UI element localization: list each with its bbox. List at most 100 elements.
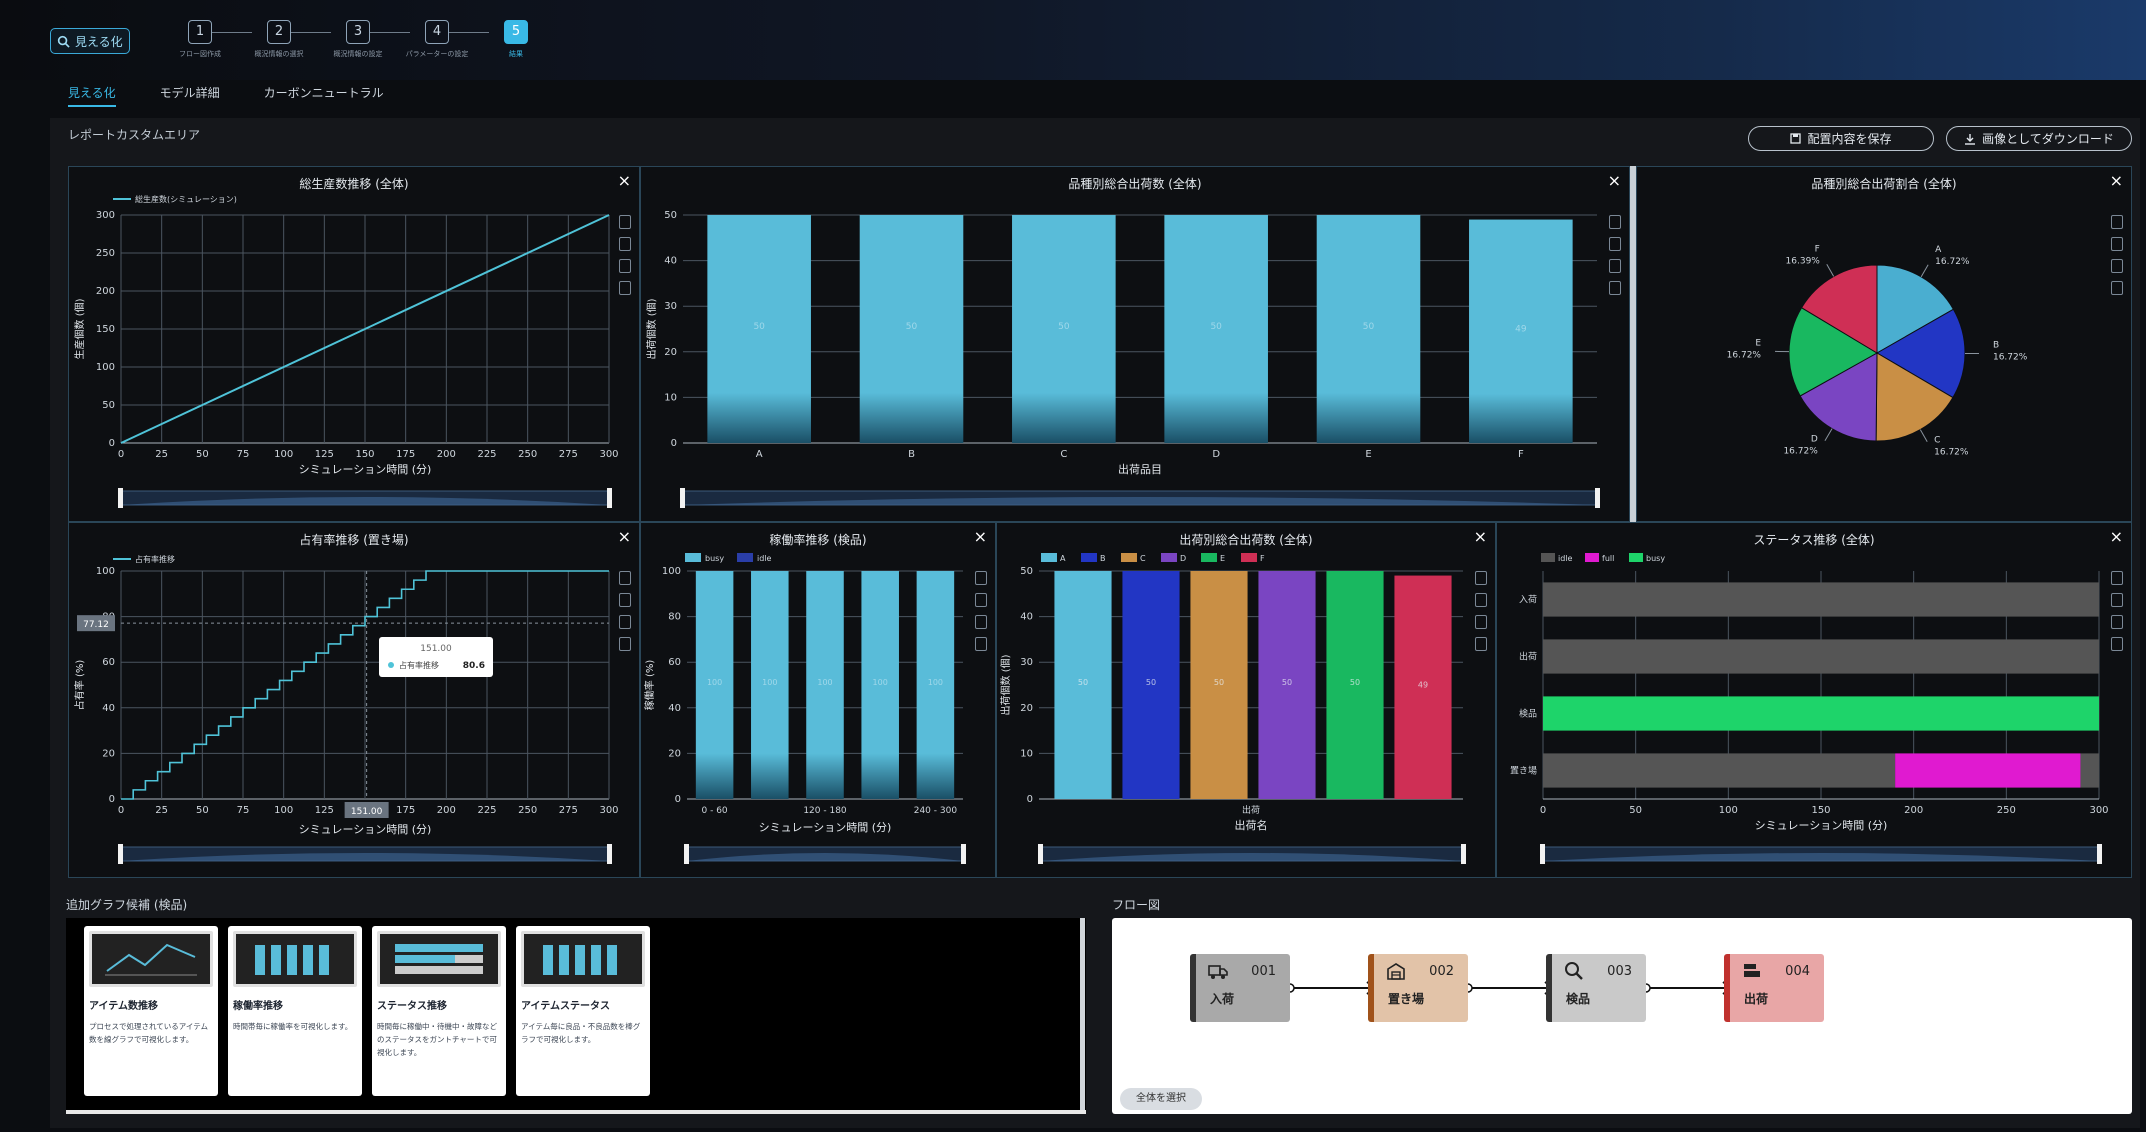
card-title: ステータス推移: [377, 1001, 447, 1012]
x-tick-label: 175: [396, 805, 415, 816]
download-icon: [1965, 133, 1976, 145]
chart-panel-shipment-ratio[interactable]: 品種別総合出荷割合 (全体) × A 16.72% B 16.72% C 16.72% D 1…: [1636, 166, 2132, 522]
graph-card-utilization[interactable]: 稼働率推移 時間帯毎に稼働率を可視化します。: [228, 926, 362, 1096]
tooltip: [379, 637, 493, 677]
tab-visualize[interactable]: 見える化: [68, 84, 116, 107]
x-axis-title: 出荷名: [1235, 818, 1268, 832]
bar-data-label: 100: [762, 678, 777, 687]
pie-label: F: [1815, 244, 1820, 254]
y-tick-label: 300: [96, 210, 115, 221]
y-tick-label: 150: [96, 324, 115, 335]
flow-node-shipping[interactable]: 004 出荷: [1724, 954, 1824, 1022]
card-title: 稼働率推移: [233, 1001, 283, 1012]
legend-label: 総生産数(シミュレーション): [135, 194, 237, 204]
row-label: 出荷: [1519, 651, 1537, 663]
zoom-slider-handle: [1540, 844, 1545, 864]
chart-panel-utilization[interactable]: 稼働率推移 (検品) × 0 20 40 60 80 100 100 0 - 60 100 100…: [640, 522, 996, 878]
zoom-slider-handle: [607, 488, 612, 508]
x-pointer-label: 151.00: [351, 807, 383, 817]
graph-card-status[interactable]: ステータス推移 時間毎に稼働中・待機中・故障などのステータスをガントチャートで可…: [372, 926, 506, 1096]
step-4[interactable]: 4 パラメーターの設定: [397, 20, 477, 59]
tooltip-value: 80.6: [463, 661, 485, 671]
bar-data-label: 50: [1214, 678, 1224, 687]
truck-icon: [1208, 965, 1228, 979]
step-1[interactable]: 1 フロー図作成: [160, 20, 240, 59]
bar-chart-icon: [233, 931, 357, 987]
legend-swatch: [1629, 553, 1643, 562]
x-tick-label: 100: [274, 805, 293, 816]
x-tick-label: 50: [196, 449, 209, 460]
legend-label: idle: [1558, 554, 1573, 563]
y-tick-label: 0: [109, 794, 115, 805]
y-tick-label: 20: [664, 347, 677, 358]
legend-swatch: [1041, 553, 1057, 562]
x-tick-label: 250: [518, 805, 537, 816]
node-id: 004: [1785, 964, 1810, 979]
flow-title: フロー図: [1112, 898, 1161, 912]
x-tick-label: 0 - 60: [702, 806, 728, 816]
chart-panel-production[interactable]: 総生産数推移 (全体) × 0 50 100 150 200 250 300 0 25 50 75 1…: [68, 166, 640, 522]
flow-node-receiving[interactable]: 001 入荷: [1190, 954, 1290, 1022]
chart-panel-shipment-by-dest[interactable]: 出荷別総合出荷数 (全体) × 0 10 20 30 40 50 50 50 50 50 50 49 A…: [996, 522, 1496, 878]
flow-node-storage[interactable]: 002 置き場: [1368, 954, 1468, 1022]
node-name: 出荷: [1744, 992, 1769, 1006]
flow-node-inspection[interactable]: 003 検品: [1546, 954, 1646, 1022]
y-tick-label: 20: [1020, 703, 1033, 714]
report-area-title: レポートカスタムエリア: [68, 128, 201, 142]
visualize-home-button[interactable]: 見える化: [50, 28, 130, 54]
pie-percent: 16.39%: [1786, 256, 1821, 266]
step-number: 3: [346, 20, 370, 44]
tab-carbon-neutral[interactable]: カーボンニュートラル: [264, 84, 384, 107]
step-3[interactable]: 3 概況情報の設定: [318, 20, 398, 59]
legend-swatch: [1121, 553, 1137, 562]
y-tick-label: 20: [668, 748, 681, 759]
chart-panel-status[interactable]: ステータス推移 (全体) × 0 50 100 150 200 250 300 入荷 出荷 検品置…: [1496, 522, 2132, 878]
logo-label: 見える化: [75, 34, 123, 49]
x-tick-label: 200: [437, 449, 456, 460]
chart-panel-occupancy[interactable]: 占有率推移 (置き場) × 02040608010002550751001251…: [68, 522, 640, 878]
step-5[interactable]: 5 結果: [476, 20, 556, 59]
legend-label: D: [1180, 554, 1186, 563]
x-tick-label: 300: [2089, 805, 2108, 816]
x-tick-label: 275: [559, 449, 578, 460]
pie-label-line: [1824, 428, 1833, 441]
pie-label-line: [1920, 264, 1929, 278]
save-layout-button[interactable]: 配置内容を保存: [1748, 126, 1934, 151]
download-image-button[interactable]: 画像としてダウンロード: [1946, 126, 2132, 151]
select-all-button[interactable]: 全体を選択: [1120, 1088, 1202, 1110]
y-tick-label: 0: [109, 438, 115, 449]
graph-card-item-count[interactable]: アイテム数推移 プロセスで処理されているアイテム数を線グラフで可視化します。: [84, 926, 218, 1096]
x-axis-title: 出荷品目: [1118, 462, 1162, 476]
zoom-slider-handle: [118, 488, 123, 508]
pie-percent: 16.72%: [1783, 447, 1818, 457]
x-tick-label: 100: [274, 449, 293, 460]
y-axis-title: 稼働率 (%): [643, 660, 656, 711]
bar-data-label: 49: [1418, 680, 1428, 689]
occupancy-step-chart: 0204060801000255075100125175200225250275…: [73, 554, 619, 864]
step-label: フロー図作成: [179, 50, 221, 58]
y-tick-label: 250: [96, 248, 115, 259]
y-tick-label: 30: [664, 301, 677, 312]
x-tick-label: 75: [237, 449, 250, 460]
production-line-chart: 0 50 100 150 200 250 300 0 25 50 75 100 125 150 175 200…: [73, 194, 619, 508]
status-segment: [2080, 753, 2099, 788]
card-description: プロセスで処理されているアイテム数を線グラフで可視化します。: [89, 1022, 209, 1044]
step-2[interactable]: 2 概況情報の選択: [239, 20, 319, 59]
x-tick-label: 225: [477, 805, 496, 816]
graph-card-item-status[interactable]: アイテムステータス アイテム毎に良品・不良品数を棒グラフで可視化します。: [516, 926, 650, 1096]
step-label: 概況情報の設定: [333, 50, 383, 58]
tab-model-detail[interactable]: モデル詳細: [160, 84, 220, 107]
chart-panel-shipment-by-item[interactable]: 品種別総合出荷数 (全体) × 0 10 20 30 40 50 50 A 50 B 50 C 50 D 5…: [640, 166, 1630, 522]
cards-scrollbar[interactable]: [1080, 918, 1085, 1110]
x-tick-label: 200: [1904, 805, 1923, 816]
y-tick-label: 0: [1027, 794, 1033, 805]
shipment-bar-chart: 0 10 20 30 40 50 50 A 50 B 50 C 50 D 50 E 49 F 出荷品目 出荷個数 (個…: [645, 210, 1600, 508]
x-tick-label: A: [756, 449, 763, 460]
x-tick-label: 150: [1811, 805, 1830, 816]
download-image-label: 画像としてダウンロード: [1982, 132, 2114, 146]
add-graph-area: アイテム数推移 プロセスで処理されているアイテム数を線グラフで可視化します。 稼…: [66, 918, 1086, 1114]
y-axis-title: 生産個数 (個): [73, 298, 86, 359]
x-tick-label: 100: [1719, 805, 1738, 816]
zoom-slider-handle: [1038, 844, 1043, 864]
tooltip-title: 151.00: [420, 644, 452, 654]
